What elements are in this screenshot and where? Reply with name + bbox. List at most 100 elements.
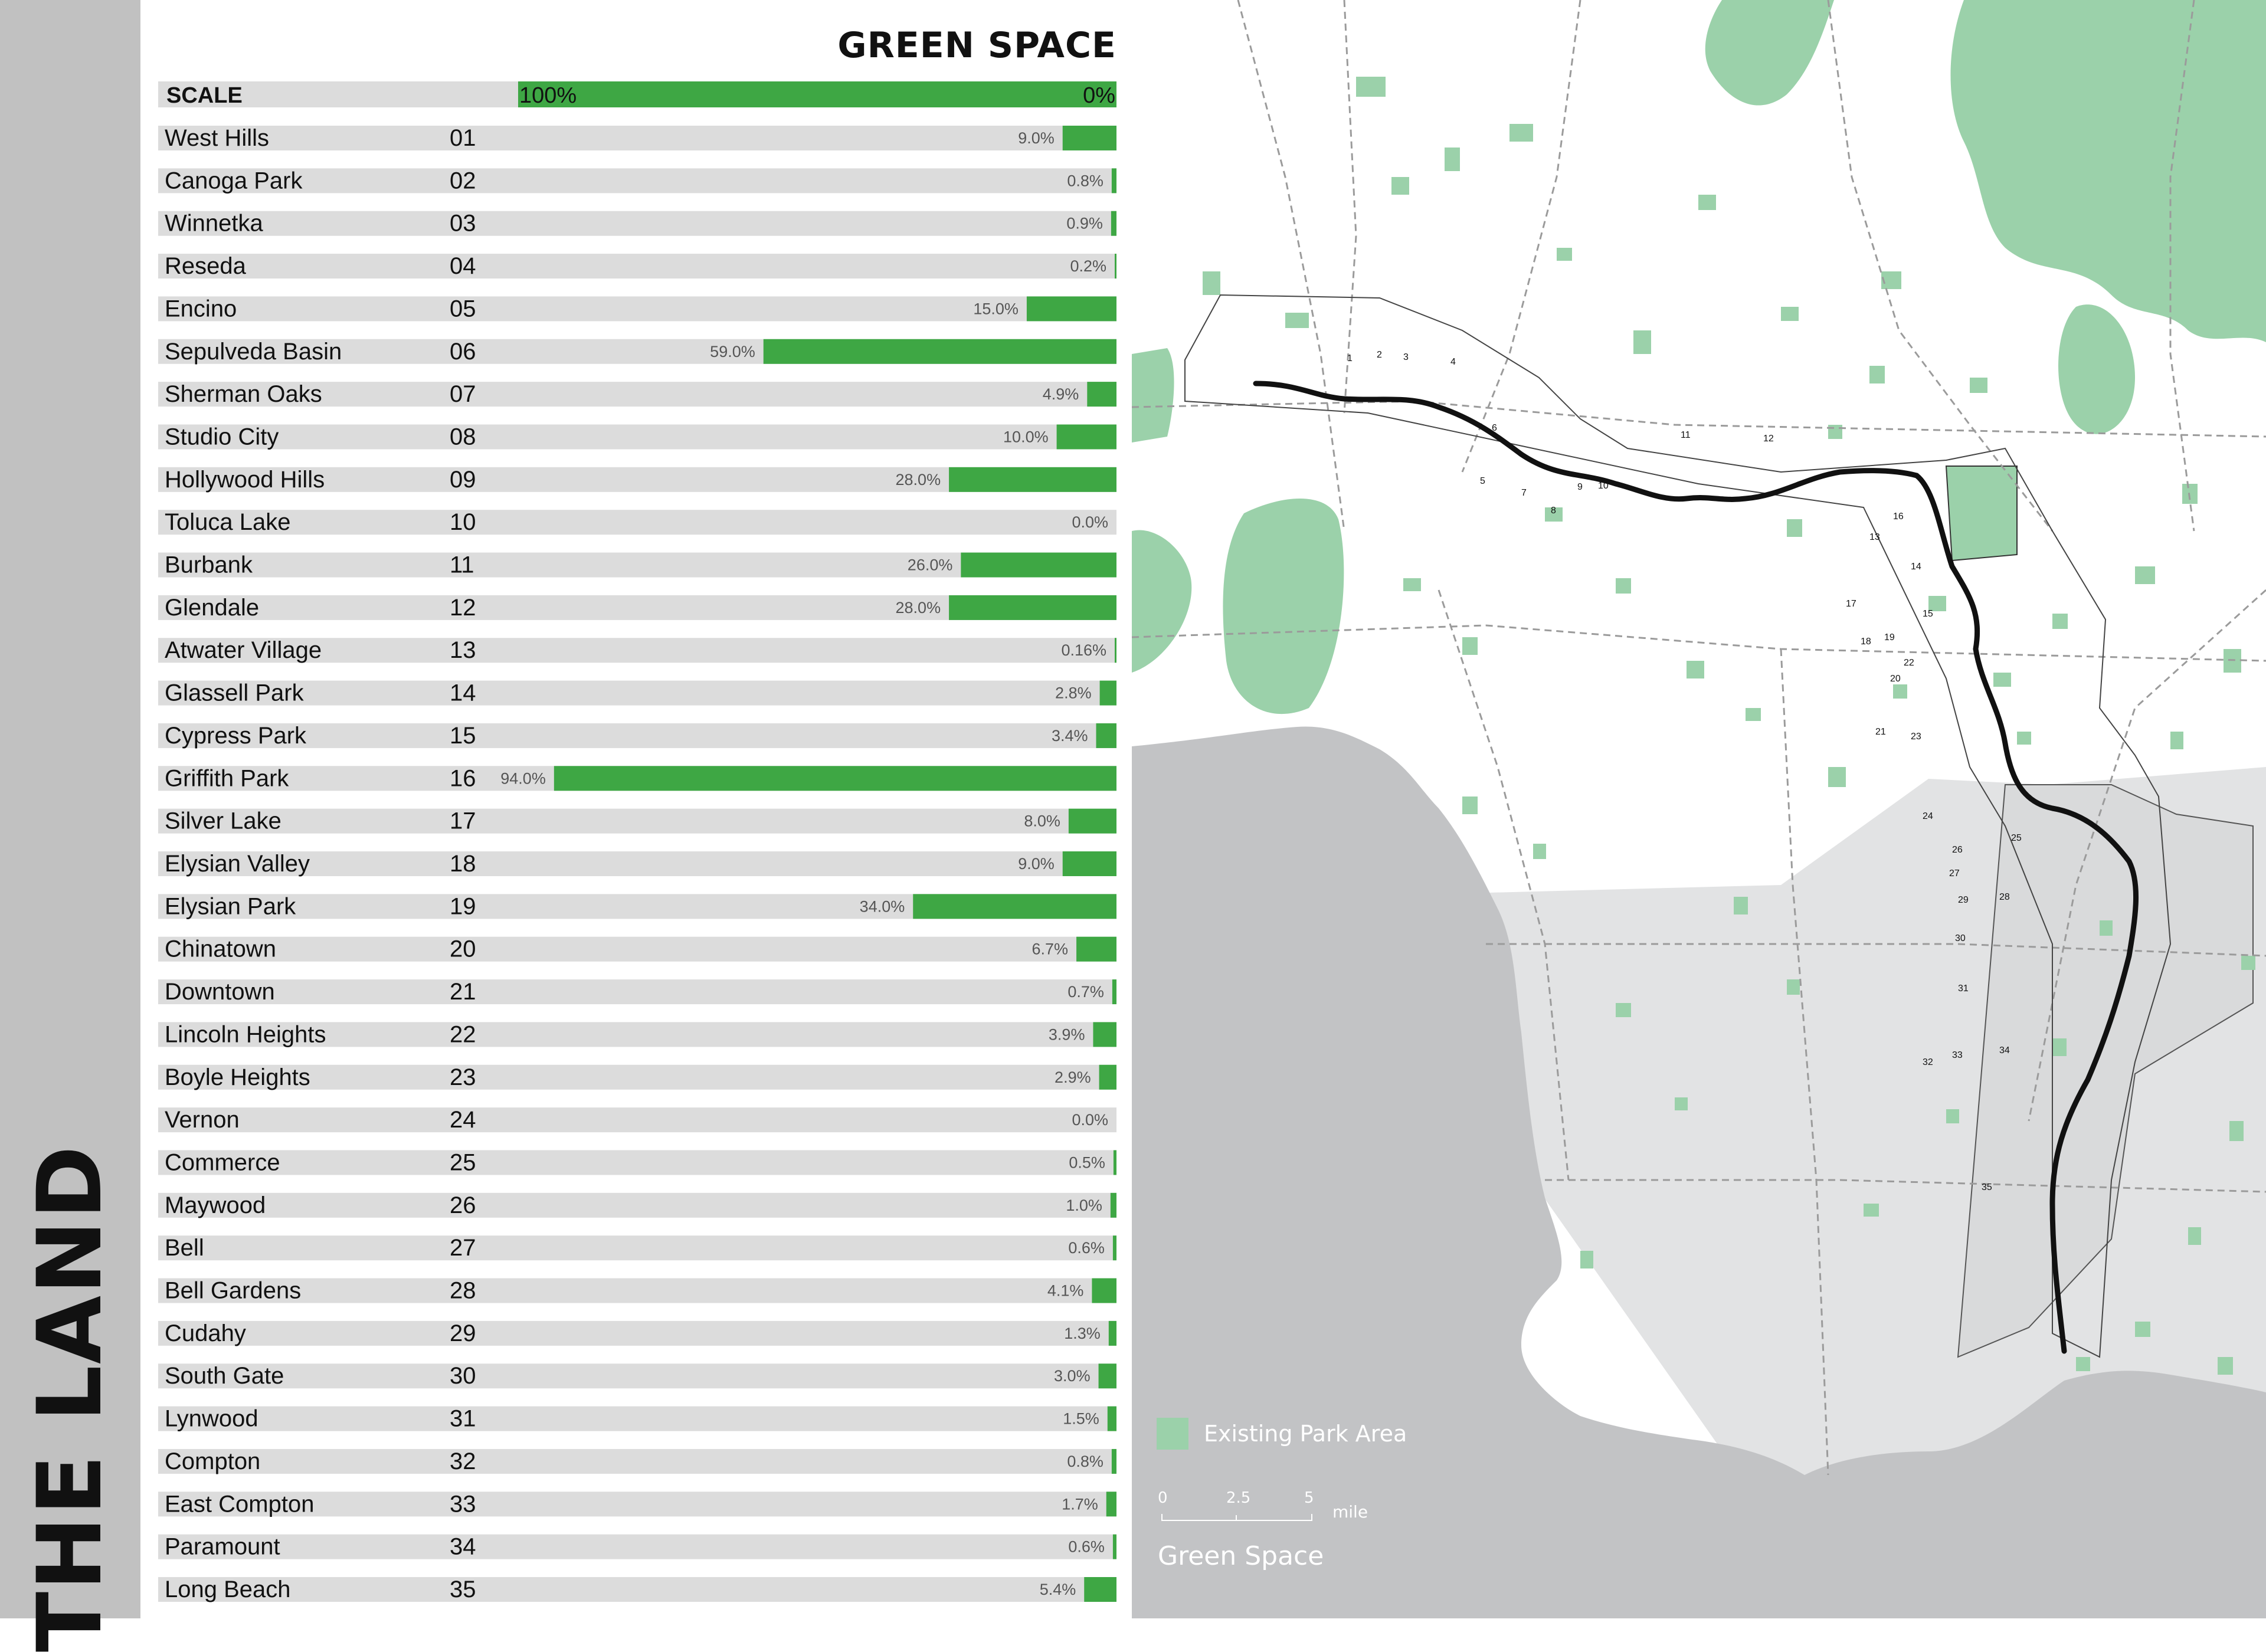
district-label: 10 [1598, 481, 1609, 491]
row-bg [158, 809, 1116, 834]
district-label: 4 [1450, 357, 1456, 367]
row-number: 21 [450, 979, 476, 1005]
district-label: 15 [1923, 609, 1933, 619]
park-patch [2218, 1357, 2233, 1375]
data-label: 0.8% [1067, 172, 1103, 189]
district-label: 34 [1999, 1045, 2010, 1056]
row-bg [158, 1107, 1116, 1132]
data-label: 26.0% [908, 556, 953, 574]
row-name: Elysian Park [165, 893, 296, 919]
row-bg [158, 254, 1116, 278]
santa-monica-mtns [1223, 499, 1344, 714]
data-label: 0.5% [1069, 1153, 1105, 1171]
bar [1092, 1279, 1116, 1303]
map-caption: Green Space [1158, 1541, 1324, 1571]
row-number: 11 [450, 552, 474, 578]
park-patch [1445, 148, 1460, 171]
row-number: 29 [450, 1320, 476, 1346]
row-name: Reseda [165, 253, 247, 279]
row-number: 22 [450, 1021, 476, 1047]
row-name: Vernon [165, 1107, 240, 1133]
data-label: 28.0% [896, 471, 941, 489]
park-patch [1285, 313, 1309, 328]
row-number: 10 [450, 509, 476, 535]
bar-chart: SCALE100%0%West Hills019.0%Canoga Park02… [0, 0, 1132, 1618]
bar [1084, 1577, 1116, 1602]
data-label: 4.1% [1047, 1282, 1084, 1300]
bar [1063, 851, 1116, 876]
park-patch [1746, 708, 1761, 721]
data-label: 0.6% [1068, 1239, 1105, 1257]
bar [1114, 1150, 1116, 1175]
row-bg [158, 424, 1116, 449]
park-patch [1462, 637, 1478, 655]
data-label: 5.4% [1040, 1581, 1076, 1598]
district-label: 20 [1890, 674, 1901, 684]
row-number: 27 [450, 1235, 476, 1261]
district-label: 8 [1551, 506, 1556, 516]
row-number: 20 [450, 936, 476, 962]
row-name: Sepulveda Basin [165, 339, 342, 365]
park-patch [1580, 1251, 1593, 1268]
park-patch [1533, 844, 1546, 859]
map-panel: 1234567891011121314151617181920212223242… [1132, 0, 2266, 1618]
row-bg [158, 1577, 1116, 1602]
district-label: 28 [1999, 892, 2010, 902]
coastal-park [1132, 530, 1191, 673]
district-label: 1 [1347, 353, 1353, 363]
row-name: Lincoln Heights [165, 1021, 326, 1047]
park-patch [1687, 661, 1704, 678]
data-label: 34.0% [860, 897, 905, 915]
row-bg [158, 211, 1116, 236]
row-number: 23 [450, 1064, 476, 1090]
row-bg [158, 1407, 1116, 1431]
bar [1106, 1492, 1116, 1516]
bar [1087, 382, 1116, 407]
park-patch [1946, 1109, 1959, 1123]
row-number: 08 [450, 424, 476, 450]
row-name: Silver Lake [165, 808, 281, 834]
park-patch [2052, 1038, 2067, 1056]
mountain-park-ne [1951, 0, 2266, 342]
data-label: 0.0% [1072, 513, 1108, 531]
park-patch [1633, 330, 1651, 354]
district-label: 29 [1958, 895, 1969, 905]
bar [1069, 809, 1116, 834]
bar [1115, 254, 1116, 278]
row-number: 17 [450, 808, 476, 834]
district-label: 5 [1480, 476, 1485, 486]
district-label: 16 [1893, 512, 1904, 522]
row-number: 15 [450, 723, 476, 749]
park-patch [1864, 1204, 1879, 1217]
bar [1063, 126, 1116, 150]
highway [1344, 0, 1356, 413]
park-patch [2017, 732, 2031, 745]
row-name: Glassell Park [165, 680, 304, 706]
data-label: 28.0% [896, 599, 941, 617]
row-number: 01 [450, 125, 476, 151]
legend-label: Existing Park Area [1204, 1421, 1407, 1447]
row-name: West Hills [165, 125, 269, 151]
row-number: 30 [450, 1363, 476, 1389]
row-number: 19 [450, 893, 476, 919]
map-svg: 1234567891011121314151617181920212223242… [1132, 0, 2266, 1618]
scale-bar [1161, 1514, 1312, 1521]
row-number: 04 [450, 253, 476, 279]
row-number: 13 [450, 637, 476, 663]
bar [1115, 638, 1116, 663]
row-bg [158, 510, 1116, 535]
bar [1111, 1193, 1116, 1218]
row-number: 26 [450, 1192, 476, 1218]
district-label: 35 [1982, 1182, 1992, 1192]
row-bg [158, 1449, 1116, 1474]
row-bg [158, 1363, 1116, 1388]
row-name: Compton [165, 1448, 260, 1474]
park-patch [1616, 578, 1631, 594]
row-number: 14 [450, 680, 476, 706]
row-name: Bell Gardens [165, 1278, 301, 1304]
district-label: 17 [1846, 599, 1856, 609]
data-label: 0.16% [1061, 641, 1106, 659]
scale-bar [518, 81, 1116, 107]
bar [1057, 424, 1116, 449]
park-patch [2076, 1357, 2090, 1371]
